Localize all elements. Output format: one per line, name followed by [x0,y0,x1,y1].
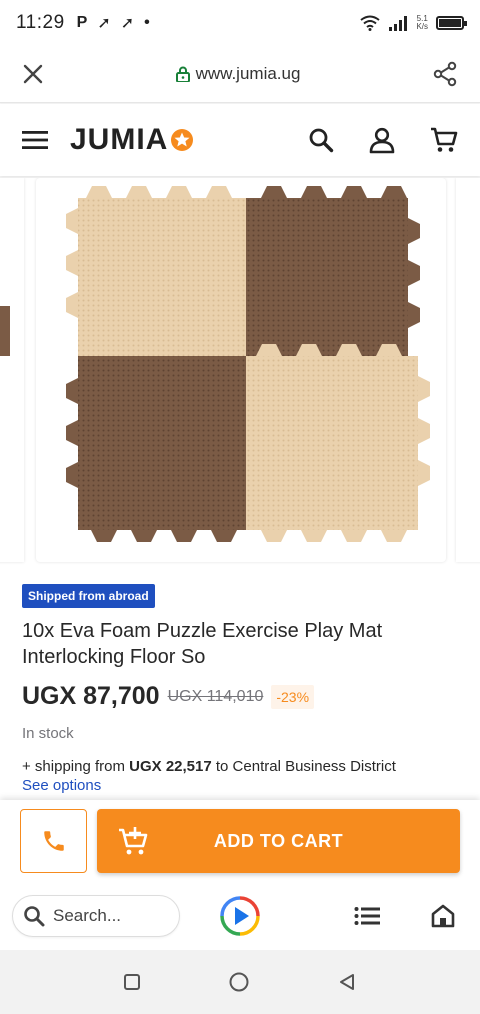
add-to-cart-button[interactable]: ADD TO CART [97,809,460,873]
product-info: Shipped from abroad 10x Eva Foam Puzzle … [0,572,480,804]
search-pill[interactable]: Search... [12,895,180,937]
brown-tile-top-right [246,198,408,356]
url-text: www.jumia.ug [195,64,301,83]
shipping-amount: UGX 22,517 [129,758,212,775]
cart-icon[interactable] [430,126,458,154]
shipping-suffix: to Central Business District [211,758,396,775]
shipping-info: + shipping from UGX 22,517 to Central Bu… [22,758,458,775]
browser-url-bar: www.jumia.ug [0,46,480,103]
stock-status: In stock [22,725,74,742]
status-bar: 11:29 P ➚ ➚ • 5.1 K/s [0,0,480,46]
phone-icon [43,831,64,851]
product-main-image[interactable] [36,178,446,562]
current-price: UGX 87,700 [22,682,160,710]
shipping-prefix: + shipping from [22,758,130,775]
share-icon[interactable] [432,61,458,87]
home-button-icon[interactable] [228,971,250,993]
account-icon[interactable] [368,126,396,154]
search-placeholder: Search... [53,906,122,925]
see-options-link[interactable]: See options [22,777,458,794]
old-price: UGX 114,010 [167,687,264,705]
brown-tile-bottom-left [78,356,246,530]
play-lens-icon[interactable] [220,896,260,936]
add-cart-icon [119,827,148,855]
shipped-from-abroad-badge: Shipped from abroad [22,584,155,608]
price-row: UGX 87,700 UGX 114,010 -23% [22,682,458,711]
search-icon[interactable] [308,127,334,153]
system-navigation-bar [0,950,480,1014]
cta-bar: ADD TO CART [0,800,480,882]
pocket-notification-icon: P [76,14,88,31]
logo-star-icon [171,129,194,151]
wifi-icon [360,15,381,31]
more-notifications-dot-icon: • [144,14,150,31]
back-icon[interactable] [337,972,357,992]
beige-tile-bottom-right [246,356,418,530]
product-image-gallery[interactable] [0,178,480,572]
previous-image-thumbnail [0,306,10,356]
recent-apps-icon[interactable] [123,973,141,991]
previous-image-slide[interactable] [0,178,24,562]
search-icon [24,906,45,927]
jumia-logo[interactable]: JUMIA [70,123,194,157]
app-notification-icon: ➚ [97,15,111,32]
call-button[interactable] [20,809,87,873]
signal-icon [389,16,408,31]
beige-tile-top-left [78,198,246,356]
close-icon[interactable] [22,63,44,85]
lock-icon [175,66,190,82]
url-display[interactable]: www.jumia.ug [175,64,301,84]
discount-badge: -23% [271,684,315,709]
product-title: 10x Eva Foam Puzzle Exercise Play Mat In… [22,620,383,668]
hamburger-menu-icon[interactable] [22,130,48,150]
home-icon[interactable] [430,903,456,929]
browser-bottom-bar: Search... [0,882,480,950]
add-to-cart-label: ADD TO CART [213,830,344,851]
app-notification-icon-2: ➚ [120,15,135,32]
network-speed: 5.1 K/s [416,15,428,31]
battery-icon [436,16,467,30]
network-speed-unit: K/s [416,22,428,31]
list-menu-icon[interactable] [354,906,380,926]
clock: 11:29 [16,12,65,33]
next-image-slide[interactable] [456,178,480,562]
site-header: JUMIA [0,104,480,176]
foam-mat-image [66,186,430,542]
logo-text: JUMIA [70,123,169,156]
